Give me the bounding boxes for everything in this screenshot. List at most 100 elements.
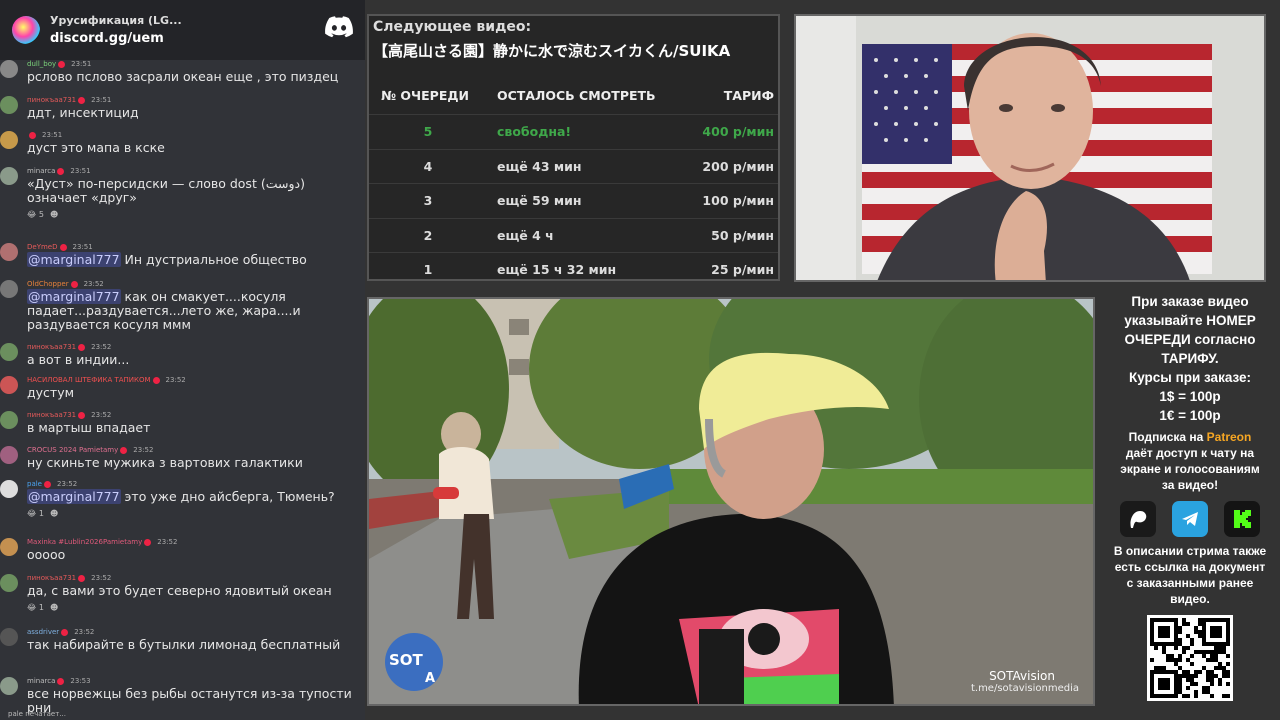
message-username[interactable]: assdriver 23:52 [27,628,94,636]
message-text: «Дуст» по-персидски — слово dost (دوست) … [27,177,361,205]
username-text: пинокъаа731 [27,411,77,419]
avatar[interactable] [0,243,18,261]
reaction-chip[interactable]: ☻ [50,509,58,518]
role-badge-icon [78,343,86,351]
description-line-1: В описании стрима также [1113,544,1267,558]
queue-number: 4 [423,158,433,174]
message-username[interactable]: пинокъаа731 23:51 [27,96,111,104]
message-username[interactable]: CROCUS 2024 Pamietamy 23:52 [27,446,153,454]
user-mention[interactable]: @marginal777 [27,289,121,304]
message-timestamp: 23:52 [83,280,104,288]
message-list[interactable]: dull_boy 23:51 рслово пслово засрали океан… [0,60,365,715]
message-body: рслово пслово засрали океан еще , это пи… [27,69,339,84]
reaction-chip[interactable]: 😂 1 [27,603,44,612]
description-line-4: видео. [1170,592,1210,606]
description-line-3: с заказанными ранее [1126,576,1254,590]
rate-value: 50 р/мин [711,227,774,243]
message-username[interactable]: пинокъаа731 23:52 [27,411,111,419]
avatar[interactable] [0,343,18,361]
reaction-chip[interactable]: ☻ [50,603,58,612]
avatar[interactable] [0,538,18,556]
avatar[interactable] [0,167,18,185]
social-links [1100,501,1280,537]
message-text: рслово пслово засрали океан еще , это пи… [27,70,361,84]
server-icon [12,16,40,44]
avatar[interactable] [0,376,18,394]
video-watermark-link: t.me/sotavisionmedia [970,683,1079,694]
role-badge-icon [70,280,78,288]
server-header[interactable]: Урусификация (LG... discord.gg/uem [0,0,365,60]
queue-number: 3 [423,193,433,208]
avatar[interactable] [0,574,18,592]
reactions[interactable]: 😂 1 ☻ [27,603,64,612]
message-body: дустум [27,385,75,400]
role-badge-icon [78,411,86,419]
rate-value: 400 р/мин [702,124,774,139]
avatar[interactable] [0,131,18,149]
avatar[interactable] [0,280,18,298]
message-username[interactable]: пинокъаа731 23:52 [27,343,111,351]
message-username[interactable]: пинокъаа731 23:52 [27,574,111,582]
rates-title: Курсы при заказе: [1128,370,1252,385]
server-invite-link[interactable]: discord.gg/uem [50,31,182,46]
message-username[interactable]: НАСИЛОВАЛ ШТЕФИКА ТАПИКОМ 23:52 [27,376,186,384]
username-text: НАСИЛОВАЛ ШТЕФИКА ТАПИКОМ [27,376,151,384]
patreon-word: Patreon [1206,430,1252,444]
avatar[interactable] [0,480,18,498]
username-text: OldChopper [27,280,69,288]
chat-panel: Урусификация (LG... discord.gg/uem dull_… [0,0,365,720]
reaction-chip[interactable]: ☻ [50,210,58,219]
webcam-feed [794,14,1266,282]
message-username[interactable]: OldChopper 23:52 [27,280,104,288]
patreon-icon[interactable] [1120,501,1156,537]
avatar[interactable] [0,411,18,429]
message-body: это уже дно айсберга, Тюмень? [120,489,335,504]
message-username[interactable]: dull_boy 23:51 [27,60,91,68]
message-username[interactable]: DeYmeD 23:51 [27,243,93,251]
avatar[interactable] [0,628,18,646]
message-timestamp: 23:52 [91,574,112,582]
message-username[interactable]: Maxinka #Lublin2026Pamietamy 23:52 [27,538,177,546]
table-body: 5 свободна! 400 р/мин 4 ещё 43 мин 200 р/мин 3… [369,114,778,279]
avatar[interactable] [0,96,18,114]
message-body: да, с вами это будет северно ядовитый ок… [27,583,332,598]
reaction-chip[interactable]: 😂 1 [27,509,44,518]
reactions[interactable]: 😂 5 ☻ [27,210,64,219]
message-text: в мартыш впадает [27,421,361,435]
qr-code[interactable] [1147,615,1233,701]
message-username[interactable]: pale 23:52 [27,480,77,488]
user-mention[interactable]: @marginal777 [27,489,121,504]
subscription-line-4: за видео! [1161,478,1219,492]
message-body: ну скиньте мужика з вартових галактики [27,455,303,470]
video-frame-image [369,299,1093,704]
queue-row: 2 ещё 4 ч 50 р/мин [369,217,778,252]
time-remaining: ещё 59 мин [497,193,582,208]
message-body: ддт, инсектицид [27,105,139,120]
kick-icon[interactable] [1224,501,1260,537]
message-username[interactable]: minarca 23:51 [27,167,91,175]
user-mention[interactable]: @marginal777 [27,252,121,267]
queue-row: 5 свободна! 400 р/мин [369,114,778,148]
message-body: все норвежцы без рыбы останутся из-за ту… [27,686,352,715]
role-badge-icon [120,446,128,454]
telegram-icon[interactable] [1172,501,1208,537]
reactions[interactable]: 😂 1 ☻ [27,509,64,518]
queue-number: 2 [423,227,433,243]
description-line-2: есть ссылка на документ [1114,560,1266,574]
username-text: пинокъаа731 [27,343,77,351]
reaction-chip[interactable]: 😂 5 [27,210,44,219]
role-badge-icon [58,60,66,68]
info-panel: При заказе видео указывайте НОМЕР ОЧЕРЕД… [1100,292,1280,701]
message-text: ооооо [27,548,361,562]
username-text: CROCUS 2024 Pamietamy [27,446,119,454]
message-username[interactable]: minarca 23:53 [27,677,91,685]
message-body: ооооо [27,547,66,562]
order-line-4: ТАРИФУ. [1161,351,1219,366]
avatar[interactable] [0,446,18,464]
message-username[interactable]: 23:51 [27,131,62,139]
webcam-image [796,16,1264,280]
rate-value: 100 р/мин [702,193,774,208]
message-timestamp: 23:52 [133,446,154,454]
avatar[interactable] [0,677,18,695]
avatar[interactable] [0,60,18,78]
